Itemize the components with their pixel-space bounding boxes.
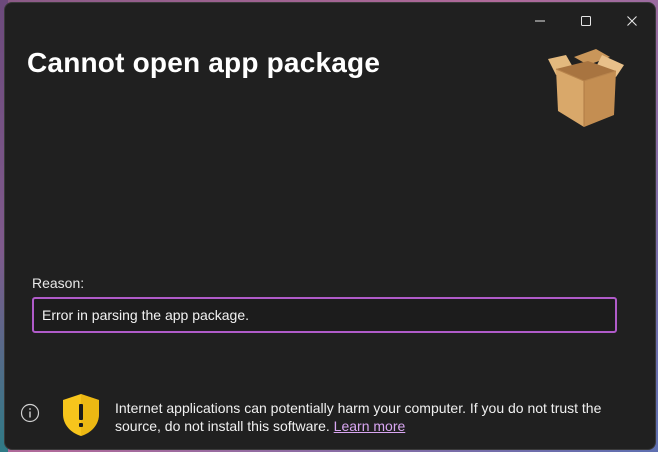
dialog-window: Cannot open app package Reason: Error in…	[4, 2, 656, 450]
security-warning: Internet applications can potentially ha…	[115, 399, 635, 435]
maximize-icon	[581, 16, 591, 26]
learn-more-link[interactable]: Learn more	[334, 418, 406, 434]
info-icon[interactable]	[20, 403, 40, 423]
maximize-button[interactable]	[563, 3, 609, 39]
minimize-button[interactable]	[517, 3, 563, 39]
reason-label: Reason:	[32, 275, 85, 291]
shield-warning-icon	[63, 394, 99, 436]
package-box-icon	[548, 49, 624, 127]
reason-value: Error in parsing the app package.	[42, 307, 250, 323]
close-button[interactable]	[609, 3, 655, 39]
minimize-icon	[535, 20, 545, 22]
close-icon	[627, 16, 637, 26]
window-controls	[517, 3, 655, 39]
reason-text-field[interactable]: Error in parsing the app package.	[32, 297, 617, 333]
dialog-title: Cannot open app package	[27, 47, 381, 78]
